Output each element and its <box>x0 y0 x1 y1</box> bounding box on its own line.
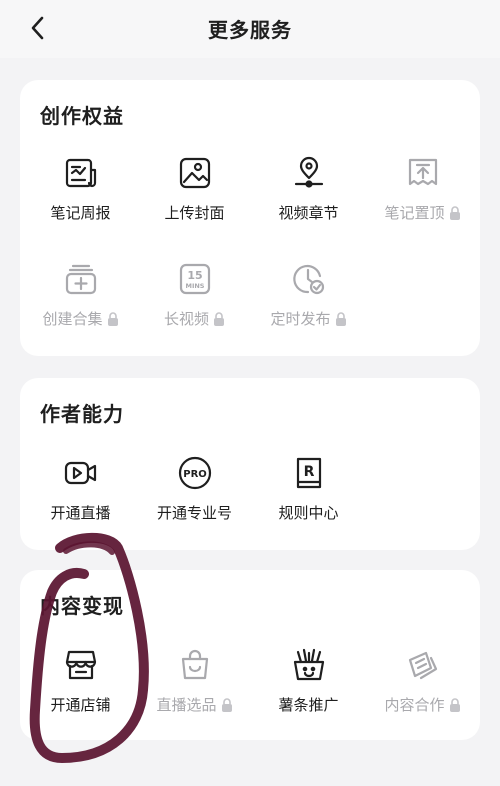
service-item-label: 开通店铺 <box>50 696 111 714</box>
report-icon <box>65 158 97 188</box>
svg-text:R: R <box>304 464 315 480</box>
section-card-monetization: 内容变现 开通店铺 直播选品 薯条推广 内容合作 <box>20 570 480 740</box>
timer-icon <box>293 264 325 295</box>
service-item-note-report[interactable]: 笔记周报 <box>23 156 138 246</box>
chapter-pin-icon <box>294 156 324 188</box>
collection-add-icon <box>65 264 97 295</box>
service-item-scheduled-publish[interactable]: 定时发布 <box>251 262 366 352</box>
live-camera-icon <box>64 461 97 485</box>
service-item-label: 笔记置顶 <box>365 202 480 223</box>
section-card-creation-rights: 创作权益 笔记周报 上传封面 视频章节 笔记置顶 创建合集 15 MINS 长视… <box>20 80 480 356</box>
section-card-author-capabilities: 作者能力 开通直播 PRO 开通专业号 R 规则中心 <box>20 378 480 550</box>
service-item-label: 薯条推广 <box>278 696 339 714</box>
pin-top-icon <box>408 158 438 186</box>
store-icon <box>65 650 97 680</box>
lock-icon <box>221 698 232 712</box>
service-item-live-product-selection[interactable]: 直播选品 <box>137 648 252 738</box>
svg-text:PRO: PRO <box>183 469 207 480</box>
shopping-bag-icon <box>181 649 209 680</box>
section-title: 创作权益 <box>40 104 124 128</box>
service-item-create-collection[interactable]: 创建合集 <box>23 262 138 352</box>
service-item-pro-account[interactable]: PRO 开通专业号 <box>137 456 252 546</box>
svg-text:15: 15 <box>187 269 202 282</box>
section-title: 作者能力 <box>40 402 124 426</box>
service-item-pin-note[interactable]: 笔记置顶 <box>365 156 480 246</box>
service-item-label: 直播选品 <box>137 694 252 715</box>
fries-icon <box>293 648 325 681</box>
lock-icon <box>214 312 224 326</box>
lock-icon <box>107 312 118 326</box>
service-item-rules-center[interactable]: R 规则中心 <box>251 456 366 546</box>
pro-icon: PRO <box>178 456 212 490</box>
lock-icon <box>449 206 460 220</box>
service-item-upload-cover[interactable]: 上传封面 <box>137 156 252 246</box>
service-item-video-chapters[interactable]: 视频章节 <box>251 156 366 246</box>
service-item-label: 长视频 <box>137 308 252 329</box>
svg-text:MINS: MINS <box>185 282 204 290</box>
service-item-open-store[interactable]: 开通店铺 <box>23 648 138 738</box>
service-item-label: 创建合集 <box>23 308 138 329</box>
service-item-label: 视频章节 <box>278 204 339 222</box>
service-item-label: 定时发布 <box>251 308 366 329</box>
lock-icon <box>335 312 346 326</box>
service-item-long-video[interactable]: 15 MINS 长视频 <box>137 262 252 352</box>
cooperation-icon <box>408 651 438 680</box>
service-item-label: 开通专业号 <box>156 504 232 522</box>
service-item-label: 规则中心 <box>278 504 339 522</box>
service-item-fries-promotion[interactable]: 薯条推广 <box>251 648 366 738</box>
page-title: 更多服务 <box>208 18 292 42</box>
image-icon <box>179 157 211 189</box>
lock-icon <box>449 698 460 712</box>
header-bar: 更多服务 <box>0 0 500 58</box>
section-title: 内容变现 <box>40 594 124 618</box>
rules-icon: R <box>296 457 322 489</box>
service-item-label: 上传封面 <box>164 204 225 222</box>
long-video-icon: 15 MINS <box>179 263 211 295</box>
service-item-label: 内容合作 <box>365 694 480 715</box>
service-item-label: 开通直播 <box>50 504 111 522</box>
service-item-label: 笔记周报 <box>50 204 111 222</box>
service-item-start-live[interactable]: 开通直播 <box>23 456 138 546</box>
service-item-content-cooperation[interactable]: 内容合作 <box>365 648 480 738</box>
